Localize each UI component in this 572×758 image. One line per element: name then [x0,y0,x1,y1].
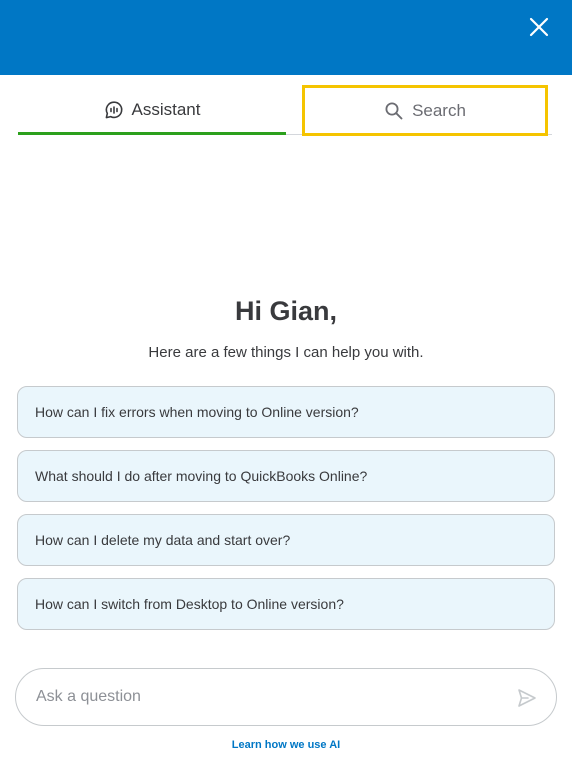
ask-question-input[interactable] [36,669,506,725]
tab-bar: Assistant Search [18,85,552,136]
search-icon [385,102,403,119]
learn-ai-link[interactable]: Learn how we use AI [0,739,572,751]
tab-assistant[interactable]: Assistant [18,85,286,135]
tab-search-label: Search [412,100,466,120]
suggestion-chip[interactable]: How can I fix errors when moving to Onli… [17,386,555,438]
greeting-title: Hi Gian, [234,296,337,326]
greeting-subtitle: Here are a few things I can help you wit… [148,344,424,361]
ask-question-box [15,668,557,726]
panel-header [0,0,572,75]
send-button[interactable] [516,687,538,709]
send-icon [518,689,536,707]
close-icon [529,17,549,37]
active-tab-indicator [18,132,286,135]
suggestion-chip[interactable]: How can I delete my data and start over? [17,514,555,566]
suggestion-chip[interactable]: What should I do after moving to QuickBo… [17,450,555,502]
tab-assistant-label: Assistant [131,100,201,119]
tab-search[interactable]: Search [302,85,548,136]
close-button[interactable] [526,14,552,40]
chat-bubble-icon [105,101,122,119]
suggestion-list: How can I fix errors when moving to Onli… [17,386,555,642]
suggestion-chip[interactable]: How can I switch from Desktop to Online … [17,578,555,630]
